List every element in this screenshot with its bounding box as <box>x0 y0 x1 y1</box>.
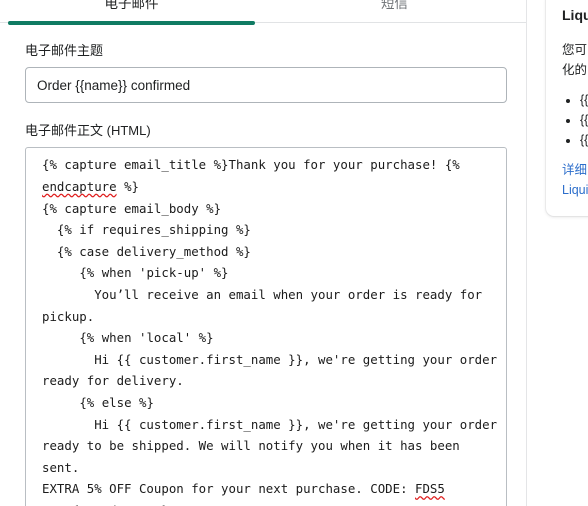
tab-email[interactable]: 电子邮件 <box>0 0 263 25</box>
tab-email-label: 电子邮件 <box>104 0 159 12</box>
email-body-field: 电子邮件正文 (HTML) {% capture email_title %}T… <box>0 103 526 506</box>
code-line: {% if requires_shipping %} <box>42 222 251 238</box>
liquid-help-rail: Liquid 您可以使用 Liquid 变量来强调个性化的内容。可用的变量有： … <box>526 0 588 506</box>
code-line: {% capture email_title %}Thank you for y… <box>42 157 460 173</box>
liquid-docs-link-line1[interactable]: 详细了解 <box>562 160 588 180</box>
email-body-code-editor[interactable]: {% capture email_title %}Thank you for y… <box>26 154 506 506</box>
code-line: EXTRA 5% OFF Coupon for your next purcha… <box>42 481 445 497</box>
spellcheck-misspelling: FDS5 <box>415 481 445 497</box>
liquid-docs-link-line2[interactable]: Liquid 变量 <box>562 180 588 200</box>
tab-sms-label: 短信 <box>381 0 408 12</box>
code-line: endcapture %} <box>42 178 139 194</box>
email-body-editor-container[interactable]: {% capture email_title %}Thank you for y… <box>25 147 507 506</box>
liquid-variable-list: {{ shop.name }} {{ order.name }} {{ cust… <box>562 90 588 150</box>
code-line: {% case delivery_method %} <box>42 243 251 259</box>
email-subject-field: 电子邮件主题 <box>0 23 526 104</box>
code-line: ready to be shipped. We will notify you … <box>42 438 468 475</box>
liquid-help-card: Liquid 您可以使用 Liquid 变量来强调个性化的内容。可用的变量有： … <box>546 0 588 216</box>
liquid-help-title: Liquid <box>562 7 588 23</box>
code-line: pickup. <box>42 308 95 324</box>
email-subject-input[interactable] <box>25 67 507 104</box>
code-line: {% else %} <box>42 394 154 410</box>
list-item: {{ customer.first_name }} <box>580 130 588 150</box>
spellcheck-misspelling: endcapture <box>42 178 117 194</box>
liquid-help-description: 您可以使用 Liquid 变量来强调个性化的内容。可用的变量有： <box>562 42 588 77</box>
tab-sms[interactable]: 短信 <box>263 0 526 22</box>
list-item: {{ shop.name }} <box>580 90 588 110</box>
email-body-label: 电子邮件正文 (HTML) <box>25 123 151 139</box>
template-form: 电子邮件主题 电子邮件正文 (HTML) {% capture email_ti… <box>0 23 526 506</box>
list-item: {{ order.name }} <box>580 110 588 130</box>
code-line: {% capture email_body %} <box>42 200 222 216</box>
channel-tab-bar: 电子邮件 短信 <box>0 0 526 25</box>
code-line: ready for delivery. <box>42 373 184 389</box>
code-line: You’ll receive an email when your order … <box>42 286 483 302</box>
email-template-editor-pane: 电子邮件 短信 电子邮件主题 电子邮件正文 (HTML) {% capture … <box>0 0 526 506</box>
code-line: {% endcase %} <box>42 500 498 506</box>
code-line: Hi {{ customer.first_name }}, we're gett… <box>42 351 498 367</box>
code-line: {% when 'pick-up' %} <box>42 265 229 281</box>
code-line: {% when 'local' %} <box>42 330 214 346</box>
code-line: Hi {{ customer.first_name }}, we're gett… <box>42 416 498 432</box>
email-subject-label: 电子邮件主题 <box>25 43 104 58</box>
